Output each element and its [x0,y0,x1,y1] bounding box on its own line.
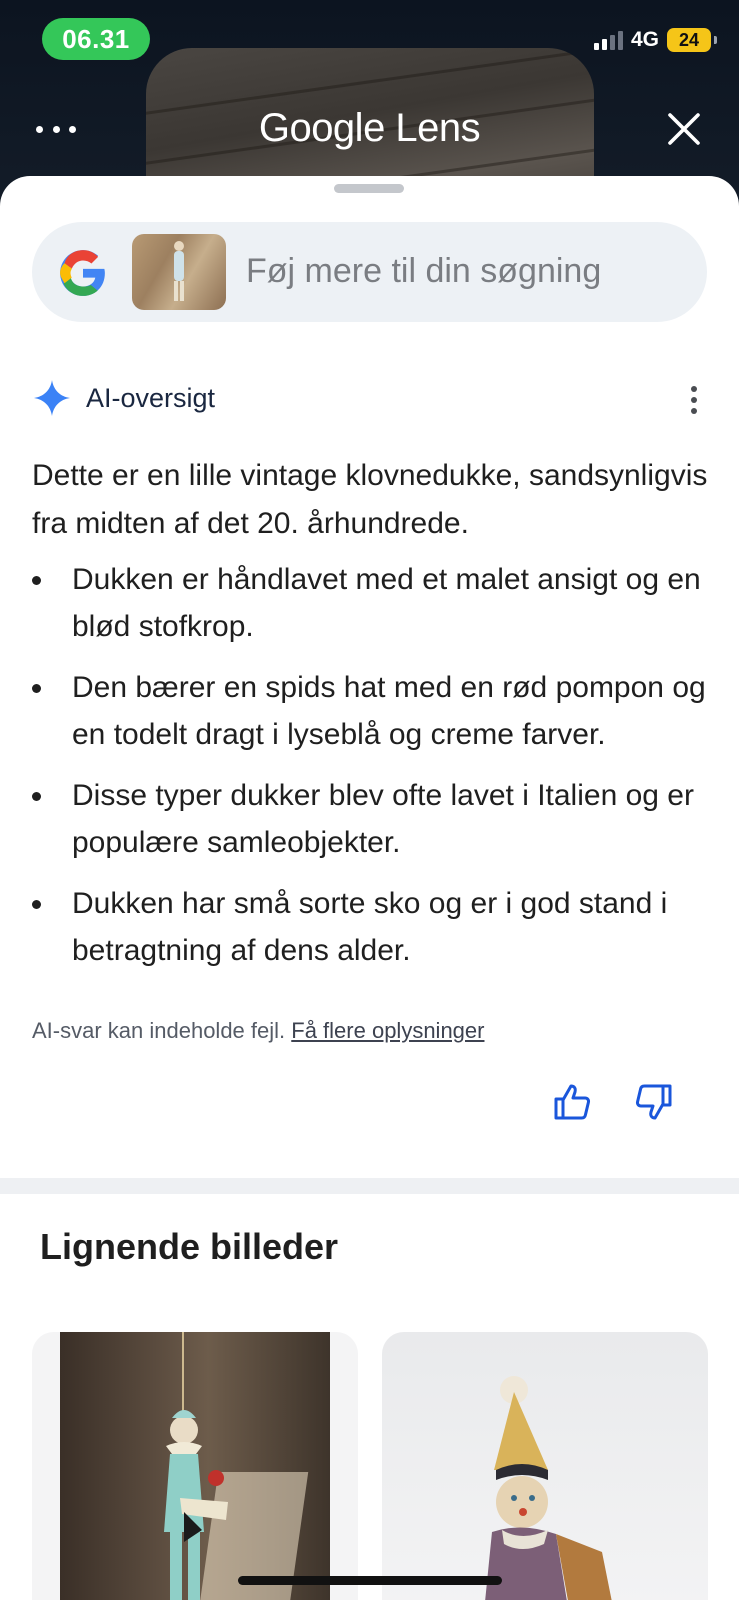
search-bar[interactable]: Føj mere til din søgning [32,222,707,322]
ai-disclaimer: AI-svar kan indeholde fejl. Få flere opl… [32,1018,484,1044]
disclaimer-text: AI-svar kan indeholde fejl. [32,1018,286,1043]
similar-image-card[interactable] [382,1332,708,1600]
battery-icon: 24 [667,28,717,52]
section-divider [0,1178,739,1194]
drag-handle[interactable] [334,184,404,193]
similar-image-card[interactable] [32,1332,358,1600]
list-item: Dukken har små sorte sko og er i god sta… [32,880,722,974]
ai-overview-menu-icon[interactable] [689,386,699,414]
query-image-thumbnail[interactable] [132,234,226,310]
thumbs-down-icon[interactable] [634,1082,674,1122]
close-icon[interactable] [667,112,701,146]
app-title: Google Lens [258,106,481,150]
search-input[interactable]: Føj mere til din søgning [246,252,601,291]
ai-overview-summary: Dette er en lille vintage klovnedukke, s… [32,459,708,540]
similar-images-title: Lignende billeder [40,1226,339,1267]
battery-level: 24 [678,29,700,50]
list-item: Dukken er håndlavet med et malet ansigt … [32,556,722,650]
lens-header: 06.31 4G 24 Google Lens [0,0,739,200]
thumbs-up-icon[interactable] [552,1082,592,1122]
network-label: 4G [630,28,659,51]
signal-icon [593,30,623,50]
list-item: Den bærer en spids hat med en rød pompon… [32,664,722,758]
list-item: Disse typer dukker blev ofte lavet i Ita… [32,772,722,866]
ai-overview-header: AI-oversigt [32,378,215,418]
status-time: 06.31 [42,18,150,60]
learn-more-link[interactable]: Få flere oplysninger [291,1018,484,1043]
google-g-icon [60,250,105,296]
ai-overview-bullets: Dukken er håndlavet med et malet ansigt … [32,556,722,988]
results-sheet: Føj mere til din søgning AI-oversigt Det… [0,176,739,1600]
home-indicator[interactable] [238,1576,502,1585]
ai-overview-title: AI-oversigt [86,382,216,413]
status-indicators: 4G 24 [593,28,717,52]
ai-sparkle-icon [34,380,70,416]
